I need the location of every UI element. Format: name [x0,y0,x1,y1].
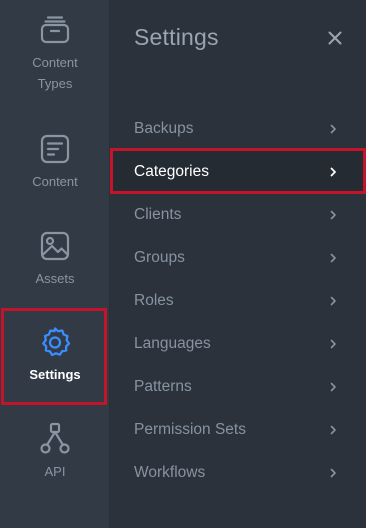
rail-item-label: Assets [35,271,75,286]
content-types-icon [40,16,70,44]
close-icon [328,31,342,45]
menu-item-label: Clients [134,205,182,223]
menu-item-label: Roles [134,291,174,309]
menu-item-label: Backups [134,119,194,137]
menu-item-clients[interactable]: Clients [110,193,366,236]
menu-item-roles[interactable]: Roles [110,279,366,322]
rail-item-assets[interactable]: Assets [0,228,110,289]
menu-item-label: Workflows [134,463,206,481]
settings-panel: Settings Backups Categories Clients Grou… [110,0,366,528]
gear-icon [42,327,71,357]
menu-item-backups[interactable]: Backups [110,107,366,150]
menu-item-label: Languages [134,334,211,352]
chevron-right-icon [330,468,336,477]
rail-item-settings[interactable]: Settings [0,324,110,385]
menu-item-label: Patterns [134,377,192,395]
api-icon [40,422,70,454]
chevron-right-icon [330,124,336,133]
rail-item-label: API [44,464,66,479]
close-button[interactable] [324,27,346,49]
content-icon [40,134,70,164]
rail-item-content[interactable]: Content [0,131,110,192]
menu-item-label: Permission Sets [134,420,246,438]
chevron-right-icon [330,296,336,305]
menu-item-workflows[interactable]: Workflows [110,451,366,494]
menu-item-groups[interactable]: Groups [110,236,366,279]
menu-item-permission-sets[interactable]: Permission Sets [110,408,366,451]
left-rail: Content Types Content Assets Settings AP… [0,0,110,528]
rail-item-content-types[interactable]: Content Types [0,12,110,94]
menu-item-label: Groups [134,248,185,266]
rail-item-label: Content [32,174,78,189]
chevron-right-icon [330,382,336,391]
settings-menu: Backups Categories Clients Groups Roles … [110,107,366,494]
chevron-right-icon [330,425,336,434]
chevron-right-icon [330,253,336,262]
panel-title: Settings [134,24,219,50]
app: Content Types Content Assets Settings AP… [0,0,366,528]
menu-item-categories[interactable]: Categories [110,150,366,193]
chevron-right-icon [330,167,336,176]
menu-item-languages[interactable]: Languages [110,322,366,365]
image-icon [40,231,70,261]
rail-item-label: Content Types [32,55,78,91]
chevron-right-icon [330,339,336,348]
menu-item-label: Categories [134,162,209,180]
rail-item-label: Settings [29,367,81,382]
chevron-right-icon [330,210,336,219]
menu-item-patterns[interactable]: Patterns [110,365,366,408]
rail-item-api[interactable]: API [0,421,110,482]
